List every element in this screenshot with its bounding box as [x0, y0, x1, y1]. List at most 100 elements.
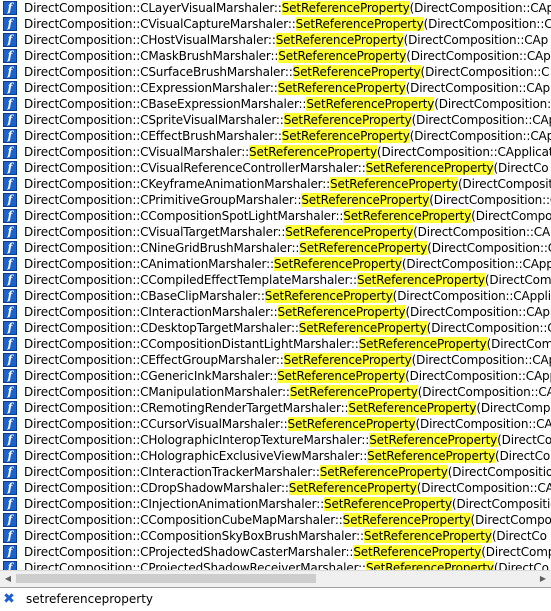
parameter-text: (DirectCo: [495, 449, 551, 463]
search-match-highlight: SetReferenceProperty: [356, 273, 485, 287]
search-match-highlight: SetReferenceProperty: [277, 369, 406, 383]
parameter-text: (DirectComposition::C: [423, 17, 551, 31]
scroll-left-arrow-icon[interactable]: ◀: [0, 571, 16, 587]
list-item[interactable]: f DirectComposition::CVisualReferenceCont…: [0, 160, 551, 176]
scrollbar-thumb[interactable]: [16, 574, 316, 583]
function-icon: f: [3, 97, 17, 111]
class-name-text: DirectComposition::CHolographicExclusive…: [24, 449, 368, 463]
function-icon: f: [3, 401, 17, 415]
search-match-highlight: SetReferenceProperty: [281, 1, 410, 15]
list-item[interactable]: f DirectComposition::CBaseExpressionMarsh…: [0, 96, 551, 112]
parameter-text: (DirectComposition::CAp: [409, 1, 551, 15]
function-icon: f: [3, 353, 17, 367]
list-item[interactable]: f DirectComposition::CMaskBrushMarshaler:…: [0, 48, 551, 64]
scroll-right-arrow-icon[interactable]: ▶: [535, 571, 551, 587]
search-match-highlight: SetReferenceProperty: [363, 529, 492, 543]
class-name-text: DirectComposition::CExpressionMarshaler:…: [24, 81, 278, 95]
list-item[interactable]: f DirectComposition::CInteractionTrackerM…: [0, 464, 551, 480]
function-signature: DirectComposition::CVisualReferenceContr…: [24, 160, 551, 176]
class-name-text: DirectComposition::CInjectionAnimationMa…: [24, 497, 324, 511]
search-match-highlight: SetReferenceProperty: [249, 145, 377, 159]
list-item[interactable]: f DirectComposition::CHolographicInteropT…: [0, 432, 551, 448]
class-name-text: DirectComposition::CBaseClipMarshaler::: [24, 289, 265, 303]
list-item[interactable]: f DirectComposition::CInteractionMarshale…: [0, 304, 551, 320]
list-item[interactable]: f DirectComposition::CEffectGroupMarshale…: [0, 352, 551, 368]
list-item[interactable]: f DirectComposition::CKeyframeAnimationMa…: [0, 176, 551, 192]
list-item[interactable]: f DirectComposition::CHolographicExclusiv…: [0, 448, 551, 464]
parameter-text: (DirectComposition::CAp: [403, 33, 549, 47]
parameter-text: (DirectComposition::C: [420, 65, 550, 79]
list-item[interactable]: f DirectComposition::CProjectedShadowCast…: [0, 544, 551, 560]
function-icon: f: [3, 321, 17, 335]
function-signature: DirectComposition::CInjectionAnimationMa…: [24, 496, 551, 512]
list-item[interactable]: f DirectComposition::CDropShadowMarshaler…: [0, 480, 551, 496]
list-item[interactable]: f DirectComposition::CDesktopTargetMarsha…: [0, 320, 551, 336]
list-item[interactable]: f DirectComposition::CProjectedShadowRece…: [0, 560, 551, 570]
search-match-highlight: SetReferenceProperty: [301, 193, 430, 207]
search-match-highlight: SetReferenceProperty: [277, 81, 406, 95]
function-signature: DirectComposition::CKeyframeAnimationMar…: [24, 176, 551, 192]
list-item[interactable]: f DirectComposition::CNineGridBrushMarsha…: [0, 240, 551, 256]
search-match-highlight: SetReferenceProperty: [365, 561, 494, 570]
function-results-list[interactable]: f DirectComposition::CLayerVisualMarshale…: [0, 0, 551, 570]
function-icon: f: [3, 513, 17, 527]
list-item[interactable]: f DirectComposition::CCursorVisualMarshal…: [0, 416, 551, 432]
search-input[interactable]: [22, 590, 542, 608]
list-item[interactable]: f DirectComposition::CGenericInkMarshaler…: [0, 368, 551, 384]
list-item[interactable]: f DirectComposition::CSurfaceBrushMarshal…: [0, 64, 551, 80]
list-item[interactable]: f DirectComposition::CCompositionCubeMapM…: [0, 512, 551, 528]
list-item[interactable]: f DirectComposition::CVisualTargetMarshal…: [0, 224, 551, 240]
class-name-text: DirectComposition::CDropShadowMarshaler:…: [24, 481, 289, 495]
class-name-text: DirectComposition::CRemotingRenderTarget…: [24, 401, 349, 415]
function-icon: f: [3, 529, 17, 543]
list-item[interactable]: f DirectComposition::CExpressionMarshaler…: [0, 80, 551, 96]
close-x-icon[interactable]: ✖: [2, 592, 16, 606]
class-name-text: DirectComposition::CPrimitiveGroupMarsha…: [24, 193, 302, 207]
parameter-text: (DirectCompo: [470, 513, 551, 527]
function-icon: f: [3, 257, 17, 271]
function-signature: DirectComposition::CProjectedShadowRecei…: [24, 560, 551, 570]
list-item[interactable]: f DirectComposition::CCompiledEffectTempl…: [0, 272, 551, 288]
list-item[interactable]: f DirectComposition::CInjectionAnimationM…: [0, 496, 551, 512]
list-item[interactable]: f DirectComposition::CSpriteVisualMarshal…: [0, 112, 551, 128]
class-name-text: DirectComposition::CCompositionSpotLight…: [24, 209, 344, 223]
function-signature: DirectComposition::CBaseExpressionMarsha…: [24, 96, 551, 112]
parameter-text: (DirectComposition::CAp: [406, 49, 551, 63]
list-item[interactable]: f DirectComposition::CLayerVisualMarshale…: [0, 0, 551, 16]
function-signature: DirectComposition::CCursorVisualMarshale…: [24, 416, 551, 432]
function-icon: f: [3, 449, 17, 463]
function-icon: f: [3, 481, 17, 495]
search-match-highlight: SetReferenceProperty: [281, 129, 410, 143]
parameter-text: (DirectComposition::CAp: [405, 81, 551, 95]
list-item[interactable]: f DirectComposition::CHostVisualMarshaler…: [0, 32, 551, 48]
function-icon: f: [3, 433, 17, 447]
list-item[interactable]: f DirectComposition::CRemotingRenderTarge…: [0, 400, 551, 416]
function-icon: f: [3, 289, 17, 303]
list-item[interactable]: f DirectComposition::CVisualCaptureMarsha…: [0, 16, 551, 32]
function-icon: f: [3, 497, 17, 511]
search-match-highlight: SetReferenceProperty: [369, 433, 498, 447]
class-name-text: DirectComposition::CGenericInkMarshaler:…: [24, 369, 278, 383]
class-name-text: DirectComposition::CBaseExpressionMarsha…: [24, 97, 307, 111]
class-name-text: DirectComposition::CLayerVisualMarshaler…: [24, 1, 282, 15]
function-signature: DirectComposition::CPrimitiveGroupMarsha…: [24, 192, 551, 208]
function-icon: f: [3, 161, 17, 175]
list-item[interactable]: f DirectComposition::CPrimitiveGroupMarsh…: [0, 192, 551, 208]
search-match-highlight: SetReferenceProperty: [319, 465, 448, 479]
list-item[interactable]: f DirectComposition::CBaseClipMarshaler::…: [0, 288, 551, 304]
function-signature: DirectComposition::CCompositionDistantLi…: [24, 336, 551, 352]
list-item[interactable]: f DirectComposition::CManipulationMarshal…: [0, 384, 551, 400]
parameter-text: (DirectComposition::CA: [416, 481, 551, 495]
list-item[interactable]: f DirectComposition::CCompositionSkyBoxBr…: [0, 528, 551, 544]
search-match-highlight: SetReferenceProperty: [285, 225, 414, 239]
function-signature: DirectComposition::CHolographicInteropTe…: [24, 432, 551, 448]
function-icon: f: [3, 385, 17, 399]
list-item[interactable]: f DirectComposition::CVisualMarshaler::Se…: [0, 144, 551, 160]
class-name-text: DirectComposition::CCompositionSkyBoxBru…: [24, 529, 364, 543]
horizontal-scrollbar[interactable]: ◀ ▶: [0, 570, 551, 587]
list-item[interactable]: f DirectComposition::CCompositionDistantL…: [0, 336, 551, 352]
list-item[interactable]: f DirectComposition::CEffectBrushMarshale…: [0, 128, 551, 144]
list-item[interactable]: f DirectComposition::CCompositionSpotLigh…: [0, 208, 551, 224]
class-name-text: DirectComposition::CHostVisualMarshaler:…: [24, 33, 276, 47]
list-item[interactable]: f DirectComposition::CAnimationMarshaler:…: [0, 256, 551, 272]
